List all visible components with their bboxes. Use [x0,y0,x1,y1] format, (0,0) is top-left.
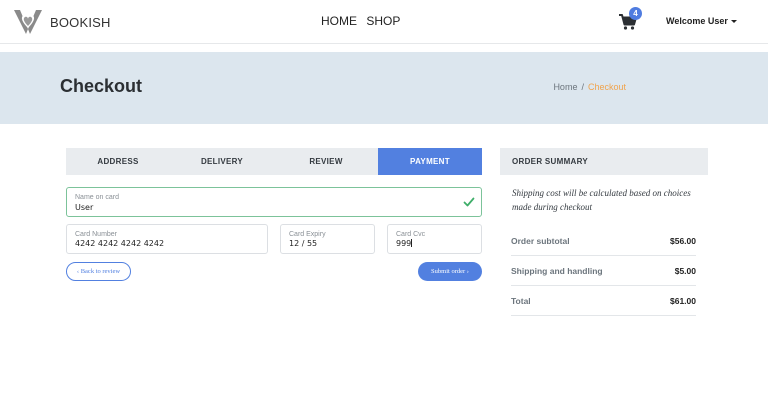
summary-label: Order subtotal [511,235,570,246]
card-cvc-field[interactable]: Card Cvc 999 [387,224,482,254]
summary-value: $56.00 [670,235,696,246]
navbar: BOOKISH HOME SHOP 4 Welcome User [0,0,768,44]
tab-address[interactable]: ADDRESS [66,148,170,175]
back-to-review-button[interactable]: ‹ Back to review [66,262,131,281]
brand[interactable]: BOOKISH [12,7,111,37]
tab-delivery[interactable]: DELIVERY [170,148,274,175]
check-icon [463,197,475,207]
summary-value: $5.00 [674,265,696,276]
summary-value: $61.00 [670,295,696,306]
brand-name: BOOKISH [50,14,111,30]
breadcrumb-current: Checkout [587,82,626,92]
summary-row-total: Total $61.00 [511,286,696,316]
tab-review[interactable]: REVIEW [274,148,378,175]
user-menu[interactable]: Welcome User [666,16,737,26]
checkout-steps: ADDRESS DELIVERY REVIEW PAYMENT [66,148,482,175]
name-on-card-field[interactable]: Name on card User [66,187,482,217]
summary-row-subtotal: Order subtotal $56.00 [511,226,696,256]
nav-link-home[interactable]: HOME [321,14,357,28]
breadcrumb-home[interactable]: Home [553,82,577,92]
summary-label: Shipping and handling [511,265,603,276]
page-title: Checkout [60,76,143,96]
page-header: Checkout Home / Checkout [0,52,768,124]
card-cvc-label: Card Cvc [396,231,426,238]
nav-link-shop[interactable]: SHOP [366,14,400,28]
breadcrumb: Home / Checkout [553,82,626,92]
brand-logo-icon [14,10,42,34]
order-summary-header: ORDER SUMMARY [500,148,708,175]
card-expiry-label: Card Expiry [289,231,326,238]
name-on-card-label: Name on card [75,194,119,201]
breadcrumb-separator: / [581,82,584,92]
shipping-note: Shipping cost will be calculated based o… [512,188,691,212]
cart-count-badge: 4 [629,7,642,20]
card-number-label: Card Number [75,231,118,238]
name-on-card-value: User [75,203,94,212]
summary-row-shipping: Shipping and handling $5.00 [511,256,696,286]
card-expiry-field[interactable]: Card Expiry 12 / 55 [280,224,375,254]
card-number-value: 4242 4242 4242 4242 [75,239,165,248]
card-expiry-value: 12 / 55 [289,239,318,248]
tab-payment[interactable]: PAYMENT [378,148,482,175]
nav-links: HOME SHOP [321,14,406,28]
submit-order-button[interactable]: Submit order › [418,262,482,281]
card-cvc-input: 999 [396,239,413,248]
caret-down-icon [730,20,737,24]
summary-label: Total [511,295,531,306]
card-number-field[interactable]: Card Number 4242 4242 4242 4242 [66,224,268,254]
card-cvc-value: 999 [396,239,412,248]
text-cursor [411,239,413,247]
user-menu-label: Welcome User [666,16,728,26]
